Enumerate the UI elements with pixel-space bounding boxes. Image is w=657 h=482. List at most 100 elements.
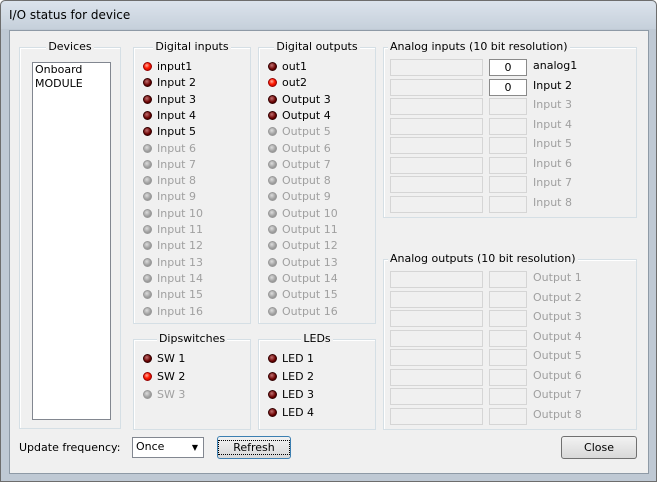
digital-input-input-9: Input 9 xyxy=(143,189,196,205)
digital-input-label: Input 11 xyxy=(157,223,203,236)
digital-input-label: Input 4 xyxy=(157,108,196,122)
led-led-2: LED 2 xyxy=(268,369,314,385)
digital-input-input-3: Input 3 xyxy=(143,92,196,108)
digital-input-input-12: Input 12 xyxy=(143,238,203,254)
analog-output-bar xyxy=(390,290,483,308)
led-indicator-icon xyxy=(143,273,152,283)
digital-output-output-10: Output 10 xyxy=(268,206,338,222)
analog-output-value xyxy=(489,329,527,347)
devices-group: Devices Onboard MODULE xyxy=(19,40,121,429)
update-frequency-value: Once xyxy=(136,440,165,453)
analog-output-label: Output 8 xyxy=(533,407,582,421)
digital-output-label: Output 11 xyxy=(282,223,338,236)
digital-input-label: Input 7 xyxy=(157,157,196,171)
analog-output-bar xyxy=(390,329,483,347)
analog-output-label: Output 7 xyxy=(533,388,582,401)
digital-output-label: Output 3 xyxy=(282,92,331,106)
digital-output-label: out1 xyxy=(282,60,308,73)
led-indicator-icon xyxy=(143,225,152,234)
led-indicator-icon xyxy=(268,257,277,267)
analog-input-value xyxy=(489,137,527,154)
digital-input-input-8: Input 8 xyxy=(143,173,196,189)
analog-input-value: 0 xyxy=(489,59,527,76)
led-label: LED 2 xyxy=(282,370,315,383)
led-indicator-icon xyxy=(268,78,277,88)
led-indicator-icon xyxy=(143,390,152,399)
led-indicator-icon xyxy=(143,143,152,153)
led-label: LED 3 xyxy=(282,388,315,401)
led-indicator-icon xyxy=(268,127,277,137)
digital-input-input-4: Input 4 xyxy=(143,108,196,124)
digital-input-input-5: Input 5 xyxy=(143,124,196,140)
digital-input-input1: input1 xyxy=(143,59,192,75)
device-item-onboard[interactable]: Onboard xyxy=(33,63,110,77)
digital-input-label: Input 16 xyxy=(157,304,203,318)
digital-input-input-16: Input 16 xyxy=(143,304,203,320)
analog-input-value xyxy=(489,195,527,213)
analog-input-label: Input 3 xyxy=(533,98,572,111)
chevron-down-icon[interactable]: ▼ xyxy=(187,438,203,457)
led-indicator-icon xyxy=(143,372,152,381)
led-indicator-icon xyxy=(143,176,152,186)
digital-output-output-8: Output 8 xyxy=(268,173,331,189)
dipswitch-label: SW 2 xyxy=(157,370,186,383)
digital-input-input-7: Input 7 xyxy=(143,157,196,173)
led-indicator-icon xyxy=(268,110,277,120)
digital-input-label: Input 12 xyxy=(157,239,203,253)
title-bar[interactable]: I/O status for device xyxy=(1,1,656,29)
digital-outputs-title: Digital outputs xyxy=(274,40,360,53)
digital-input-label: Input 15 xyxy=(157,288,203,302)
digital-input-label: Input 8 xyxy=(157,174,196,188)
analog-output-label: Output 3 xyxy=(533,310,582,323)
led-indicator-icon xyxy=(143,192,152,202)
digital-input-label: Input 10 xyxy=(157,206,203,220)
refresh-button[interactable]: Refresh xyxy=(217,436,291,459)
digital-output-output-9: Output 9 xyxy=(268,189,331,205)
digital-output-out1: out1 xyxy=(268,59,307,75)
led-label: LED 1 xyxy=(282,352,315,365)
led-led-4: LED 4 xyxy=(268,405,314,421)
analog-input-bar xyxy=(390,78,483,96)
dipswitch-sw-3: SW 3 xyxy=(143,387,185,403)
led-indicator-icon xyxy=(143,354,152,363)
digital-output-label: Output 9 xyxy=(282,190,331,204)
digital-output-label: Output 16 xyxy=(282,304,338,318)
digital-output-output-16: Output 16 xyxy=(268,304,338,320)
digital-output-output-11: Output 11 xyxy=(268,222,338,238)
analog-inputs-title: Analog inputs (10 bit resolution) xyxy=(388,40,570,53)
analog-output-bar xyxy=(390,310,483,327)
digital-output-output-4: Output 4 xyxy=(268,108,331,124)
digital-output-output-3: Output 3 xyxy=(268,92,331,108)
led-indicator-icon xyxy=(143,78,152,88)
digital-input-input-15: Input 15 xyxy=(143,287,203,303)
led-indicator-icon xyxy=(268,354,277,363)
led-indicator-icon xyxy=(268,159,277,169)
dipswitch-label: SW 1 xyxy=(157,352,186,365)
digital-output-label: Output 4 xyxy=(282,108,331,122)
close-button[interactable]: Close xyxy=(561,436,637,459)
digital-input-label: input1 xyxy=(157,60,193,73)
analog-output-bar xyxy=(390,349,483,366)
leds-title: LEDs xyxy=(301,332,333,345)
led-led-3: LED 3 xyxy=(268,387,314,403)
digital-output-label: Output 8 xyxy=(282,174,331,188)
digital-output-output-6: Output 6 xyxy=(268,141,331,157)
digital-outputs-group: Digital outputs out1 out2 Output 3 Output 4… xyxy=(258,40,376,324)
dipswitches-title: Dipswitches xyxy=(156,332,228,345)
analog-output-bar xyxy=(390,407,483,425)
dipswitches-group: Dipswitches SW 1 SW 2 SW 3 xyxy=(133,332,251,430)
analog-output-value xyxy=(489,290,527,308)
digital-input-input-13: Input 13 xyxy=(143,255,203,271)
analog-input-value xyxy=(489,176,527,193)
digital-output-label: Output 13 xyxy=(282,255,338,269)
devices-listbox[interactable]: Onboard MODULE xyxy=(32,62,111,420)
digital-input-label: Input 5 xyxy=(157,125,196,139)
update-frequency-select[interactable]: Once ▼ xyxy=(132,437,204,458)
digital-output-output-14: Output 14 xyxy=(268,271,338,287)
led-indicator-icon xyxy=(268,62,277,71)
led-indicator-icon xyxy=(268,408,277,417)
device-item-module[interactable]: MODULE xyxy=(33,77,110,91)
update-frequency-label: Update frequency: xyxy=(19,441,121,454)
digital-output-output-12: Output 12 xyxy=(268,238,338,254)
analog-output-label: Output 2 xyxy=(533,290,582,304)
